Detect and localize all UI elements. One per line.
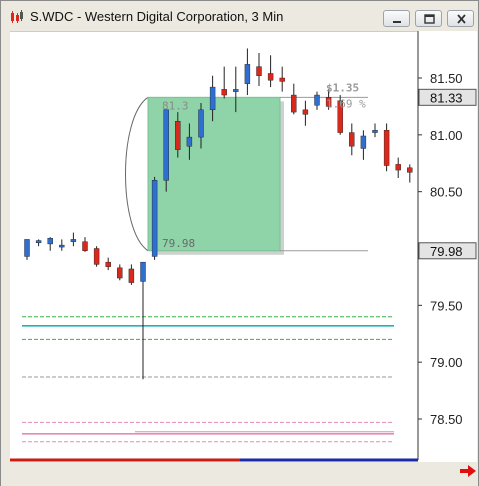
candle-body xyxy=(407,167,413,173)
candle-body xyxy=(47,238,53,245)
window-title: S.WDC - Western Digital Corporation, 3 M… xyxy=(30,9,284,24)
horizontal-lines xyxy=(22,316,394,443)
candle-body xyxy=(256,66,262,76)
status-strip xyxy=(1,462,478,486)
candle-body xyxy=(59,244,65,248)
arrow-right-icon[interactable] xyxy=(459,464,477,478)
measure-tool xyxy=(125,96,368,255)
candle-body xyxy=(140,261,146,282)
candle-body xyxy=(175,120,181,150)
candle-body xyxy=(383,130,390,166)
candle-body xyxy=(221,89,227,96)
candle-body xyxy=(395,164,401,171)
candle-body xyxy=(163,109,169,181)
candle-body xyxy=(117,267,123,279)
candle-body xyxy=(82,241,88,251)
candle-body xyxy=(151,180,158,257)
chart-area[interactable]: 81.5081.0080.5080.0079.5079.0078.5081.33… xyxy=(10,31,477,462)
restore-button[interactable] xyxy=(415,10,442,27)
candle-body xyxy=(70,239,77,242)
candle-body xyxy=(35,240,42,244)
candle-body xyxy=(233,89,239,92)
candle-body xyxy=(128,268,135,283)
measure-start-label: 79.98 xyxy=(162,237,195,250)
candle-body xyxy=(279,77,285,82)
measure-end-label: 81.3 xyxy=(162,99,189,112)
marker-price-label: 79.98 xyxy=(430,244,463,259)
price-tick-label: 80.50 xyxy=(430,185,463,200)
current-price-label: 81.33 xyxy=(430,90,463,105)
candle-body xyxy=(209,86,216,111)
price-chart[interactable]: 81.5081.0080.5080.0079.5079.0078.5081.33… xyxy=(10,31,477,462)
minimize-button[interactable] xyxy=(383,10,410,27)
price-tick-label: 79.50 xyxy=(430,298,463,313)
price-tick-label: 81.00 xyxy=(430,128,463,143)
candle-body xyxy=(198,109,204,138)
price-tick-label: 79.00 xyxy=(430,355,463,370)
candle-body xyxy=(349,132,355,147)
candle-body xyxy=(186,136,193,147)
candle-body xyxy=(244,64,251,84)
title-bar[interactable]: S.WDC - Western Digital Corporation, 3 M… xyxy=(1,1,478,31)
minimize-icon xyxy=(393,21,401,23)
measure-pct-label: 1.69 % xyxy=(326,97,366,110)
chart-window: S.WDC - Western Digital Corporation, 3 M… xyxy=(0,0,479,486)
candle-body xyxy=(302,109,309,115)
price-tick-label: 78.50 xyxy=(430,412,463,427)
price-tick-label: 81.50 xyxy=(430,71,463,86)
candle-body xyxy=(24,239,30,257)
candlestick-app-icon xyxy=(11,10,23,23)
candle-body xyxy=(314,94,320,106)
close-button[interactable] xyxy=(447,10,474,27)
candle-body xyxy=(360,135,367,149)
candle-body xyxy=(93,248,100,265)
candle-body xyxy=(267,73,274,81)
candle-body xyxy=(105,261,111,267)
close-icon xyxy=(457,14,466,24)
candle-body xyxy=(291,94,297,113)
candle-body xyxy=(372,130,378,133)
restore-icon xyxy=(424,14,435,24)
measure-curve xyxy=(125,96,149,252)
measure-change-label: $1.35 xyxy=(326,81,359,94)
